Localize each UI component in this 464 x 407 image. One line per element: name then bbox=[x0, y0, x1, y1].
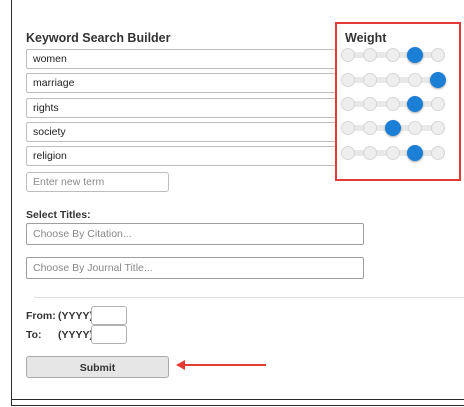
from-year-input[interactable] bbox=[91, 306, 127, 325]
submit-button[interactable]: Submit bbox=[26, 356, 169, 378]
term-input-society[interactable]: society bbox=[26, 122, 344, 142]
slider-thumb[interactable] bbox=[430, 72, 446, 88]
slider-thumb[interactable] bbox=[407, 96, 423, 112]
to-format-hint: (YYYY) bbox=[58, 329, 94, 341]
weight-slider-society[interactable] bbox=[341, 120, 445, 136]
slider-step[interactable] bbox=[386, 97, 400, 111]
journal-title-select[interactable]: Choose By Journal Title... bbox=[26, 257, 364, 279]
slider-step[interactable] bbox=[363, 48, 377, 62]
panel-bottom-border bbox=[11, 399, 464, 400]
slider-step[interactable] bbox=[341, 121, 355, 135]
annotation-arrow-line bbox=[183, 364, 266, 366]
slider-step[interactable] bbox=[341, 97, 355, 111]
slider-step[interactable] bbox=[386, 73, 400, 87]
slider-step[interactable] bbox=[408, 121, 422, 135]
slider-step[interactable] bbox=[431, 48, 445, 62]
slider-thumb[interactable] bbox=[407, 145, 423, 161]
slider-step[interactable] bbox=[386, 48, 400, 62]
to-label: To: bbox=[26, 329, 42, 341]
slider-step[interactable] bbox=[386, 146, 400, 160]
term-input-religion[interactable]: religion bbox=[26, 146, 344, 166]
weight-slider-marriage[interactable] bbox=[341, 72, 446, 88]
slider-thumb[interactable] bbox=[385, 120, 401, 136]
new-term-input[interactable] bbox=[26, 172, 169, 192]
slider-step[interactable] bbox=[341, 146, 355, 160]
slider-step[interactable] bbox=[408, 73, 422, 87]
slider-step[interactable] bbox=[341, 48, 355, 62]
weight-slider-rights[interactable] bbox=[341, 96, 445, 112]
from-format-hint: (YYYY) bbox=[58, 310, 94, 322]
term-input-women[interactable]: women bbox=[26, 49, 344, 69]
section-divider bbox=[34, 297, 464, 298]
slider-step[interactable] bbox=[363, 121, 377, 135]
term-input-rights[interactable]: rights bbox=[26, 98, 344, 118]
weight-slider-women[interactable] bbox=[341, 47, 445, 63]
from-label: From: bbox=[26, 310, 56, 322]
slider-step[interactable] bbox=[431, 146, 445, 160]
annotation-arrow-icon bbox=[176, 360, 185, 370]
term-input-marriage[interactable]: marriage bbox=[26, 73, 344, 93]
builder-title: Keyword Search Builder bbox=[26, 31, 171, 45]
slider-step[interactable] bbox=[431, 97, 445, 111]
to-year-input[interactable] bbox=[91, 325, 127, 344]
weight-slider-religion[interactable] bbox=[341, 145, 445, 161]
slider-step[interactable] bbox=[363, 146, 377, 160]
slider-step[interactable] bbox=[363, 97, 377, 111]
slider-step[interactable] bbox=[341, 73, 355, 87]
slider-thumb[interactable] bbox=[407, 47, 423, 63]
select-titles-label: Select Titles: bbox=[26, 209, 91, 221]
slider-step[interactable] bbox=[431, 121, 445, 135]
slider-step[interactable] bbox=[363, 73, 377, 87]
citation-select[interactable]: Choose By Citation... bbox=[26, 223, 364, 245]
weight-title: Weight bbox=[345, 31, 387, 45]
